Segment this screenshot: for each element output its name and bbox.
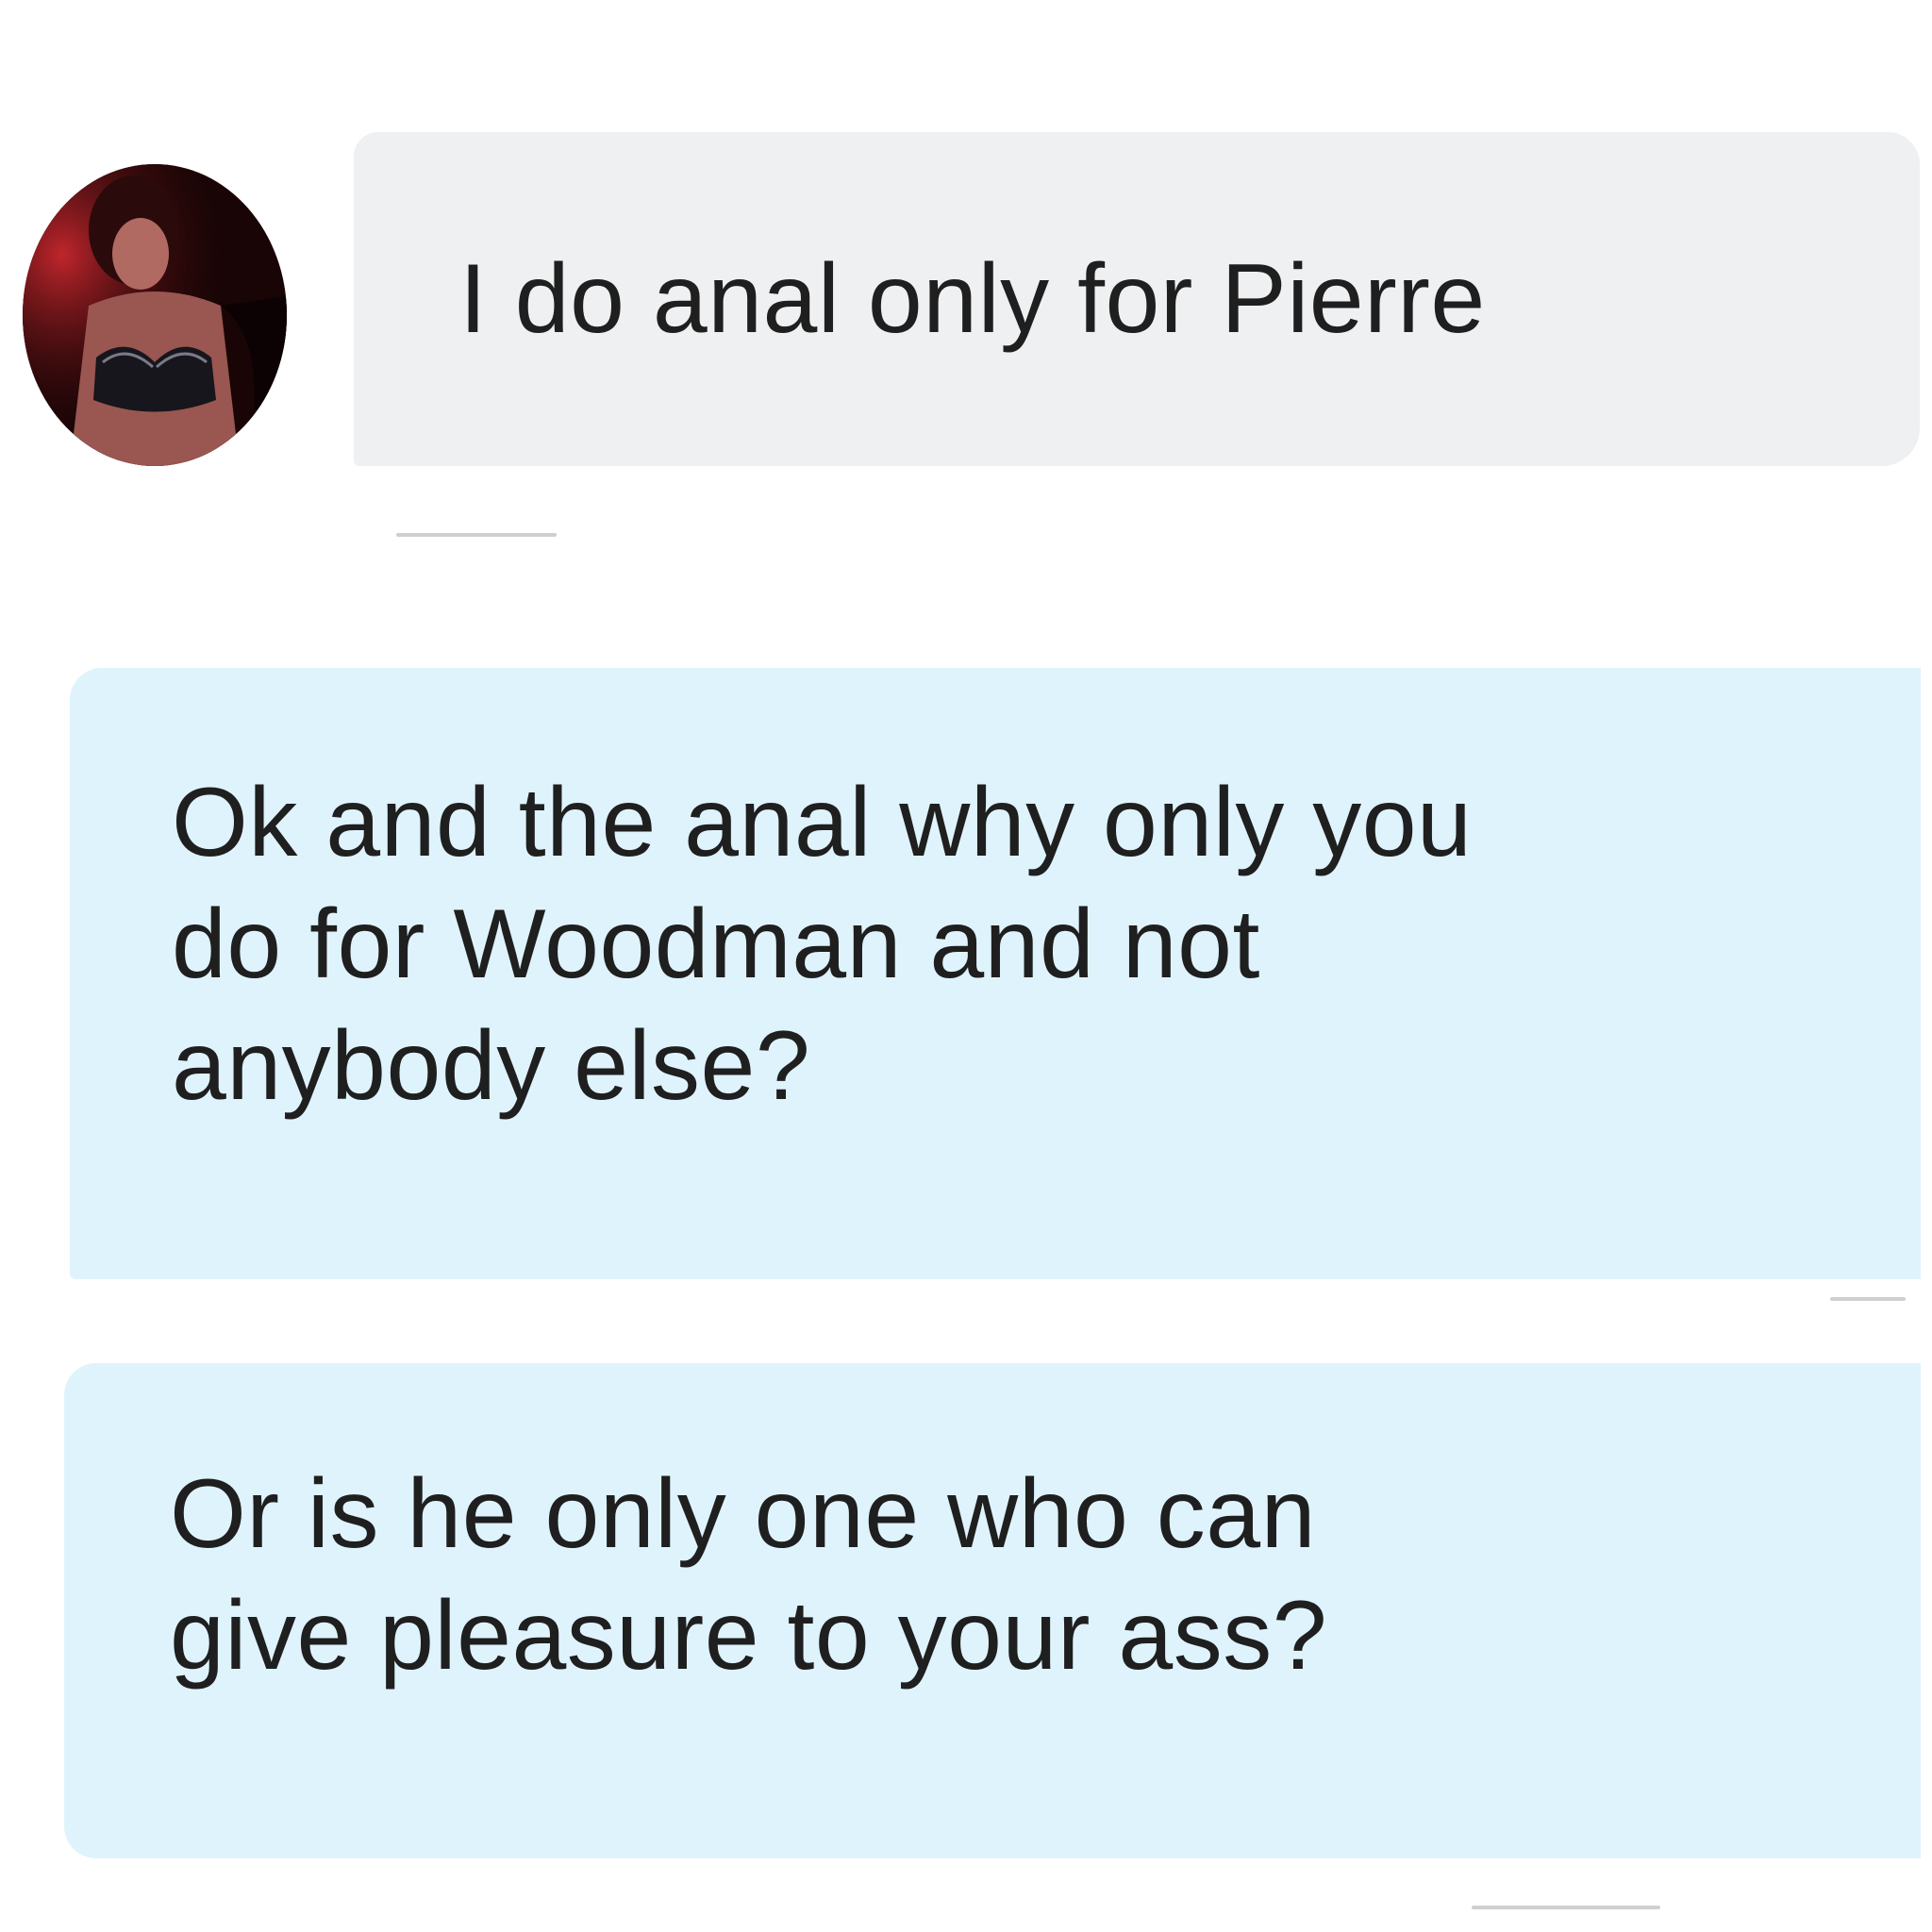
incoming-message-bubble[interactable]: I do anal only for Pierre bbox=[354, 132, 1920, 466]
timestamp-placeholder bbox=[1472, 1906, 1660, 1909]
message-text: Ok and the anal why only you do for Wood… bbox=[172, 768, 1473, 1121]
outgoing-message-bubble[interactable]: Ok and the anal why only you do for Wood… bbox=[70, 668, 1921, 1279]
message-text: Or is he only one who can give pleasure … bbox=[170, 1459, 1328, 1690]
timestamp-placeholder bbox=[396, 533, 557, 537]
message-text: I do anal only for Pierre bbox=[459, 243, 1486, 354]
avatar-photo-icon bbox=[23, 164, 287, 466]
contact-avatar[interactable] bbox=[23, 164, 287, 466]
outgoing-message-bubble[interactable]: Or is he only one who can give pleasure … bbox=[64, 1363, 1921, 1858]
timestamp-placeholder bbox=[1830, 1297, 1906, 1301]
